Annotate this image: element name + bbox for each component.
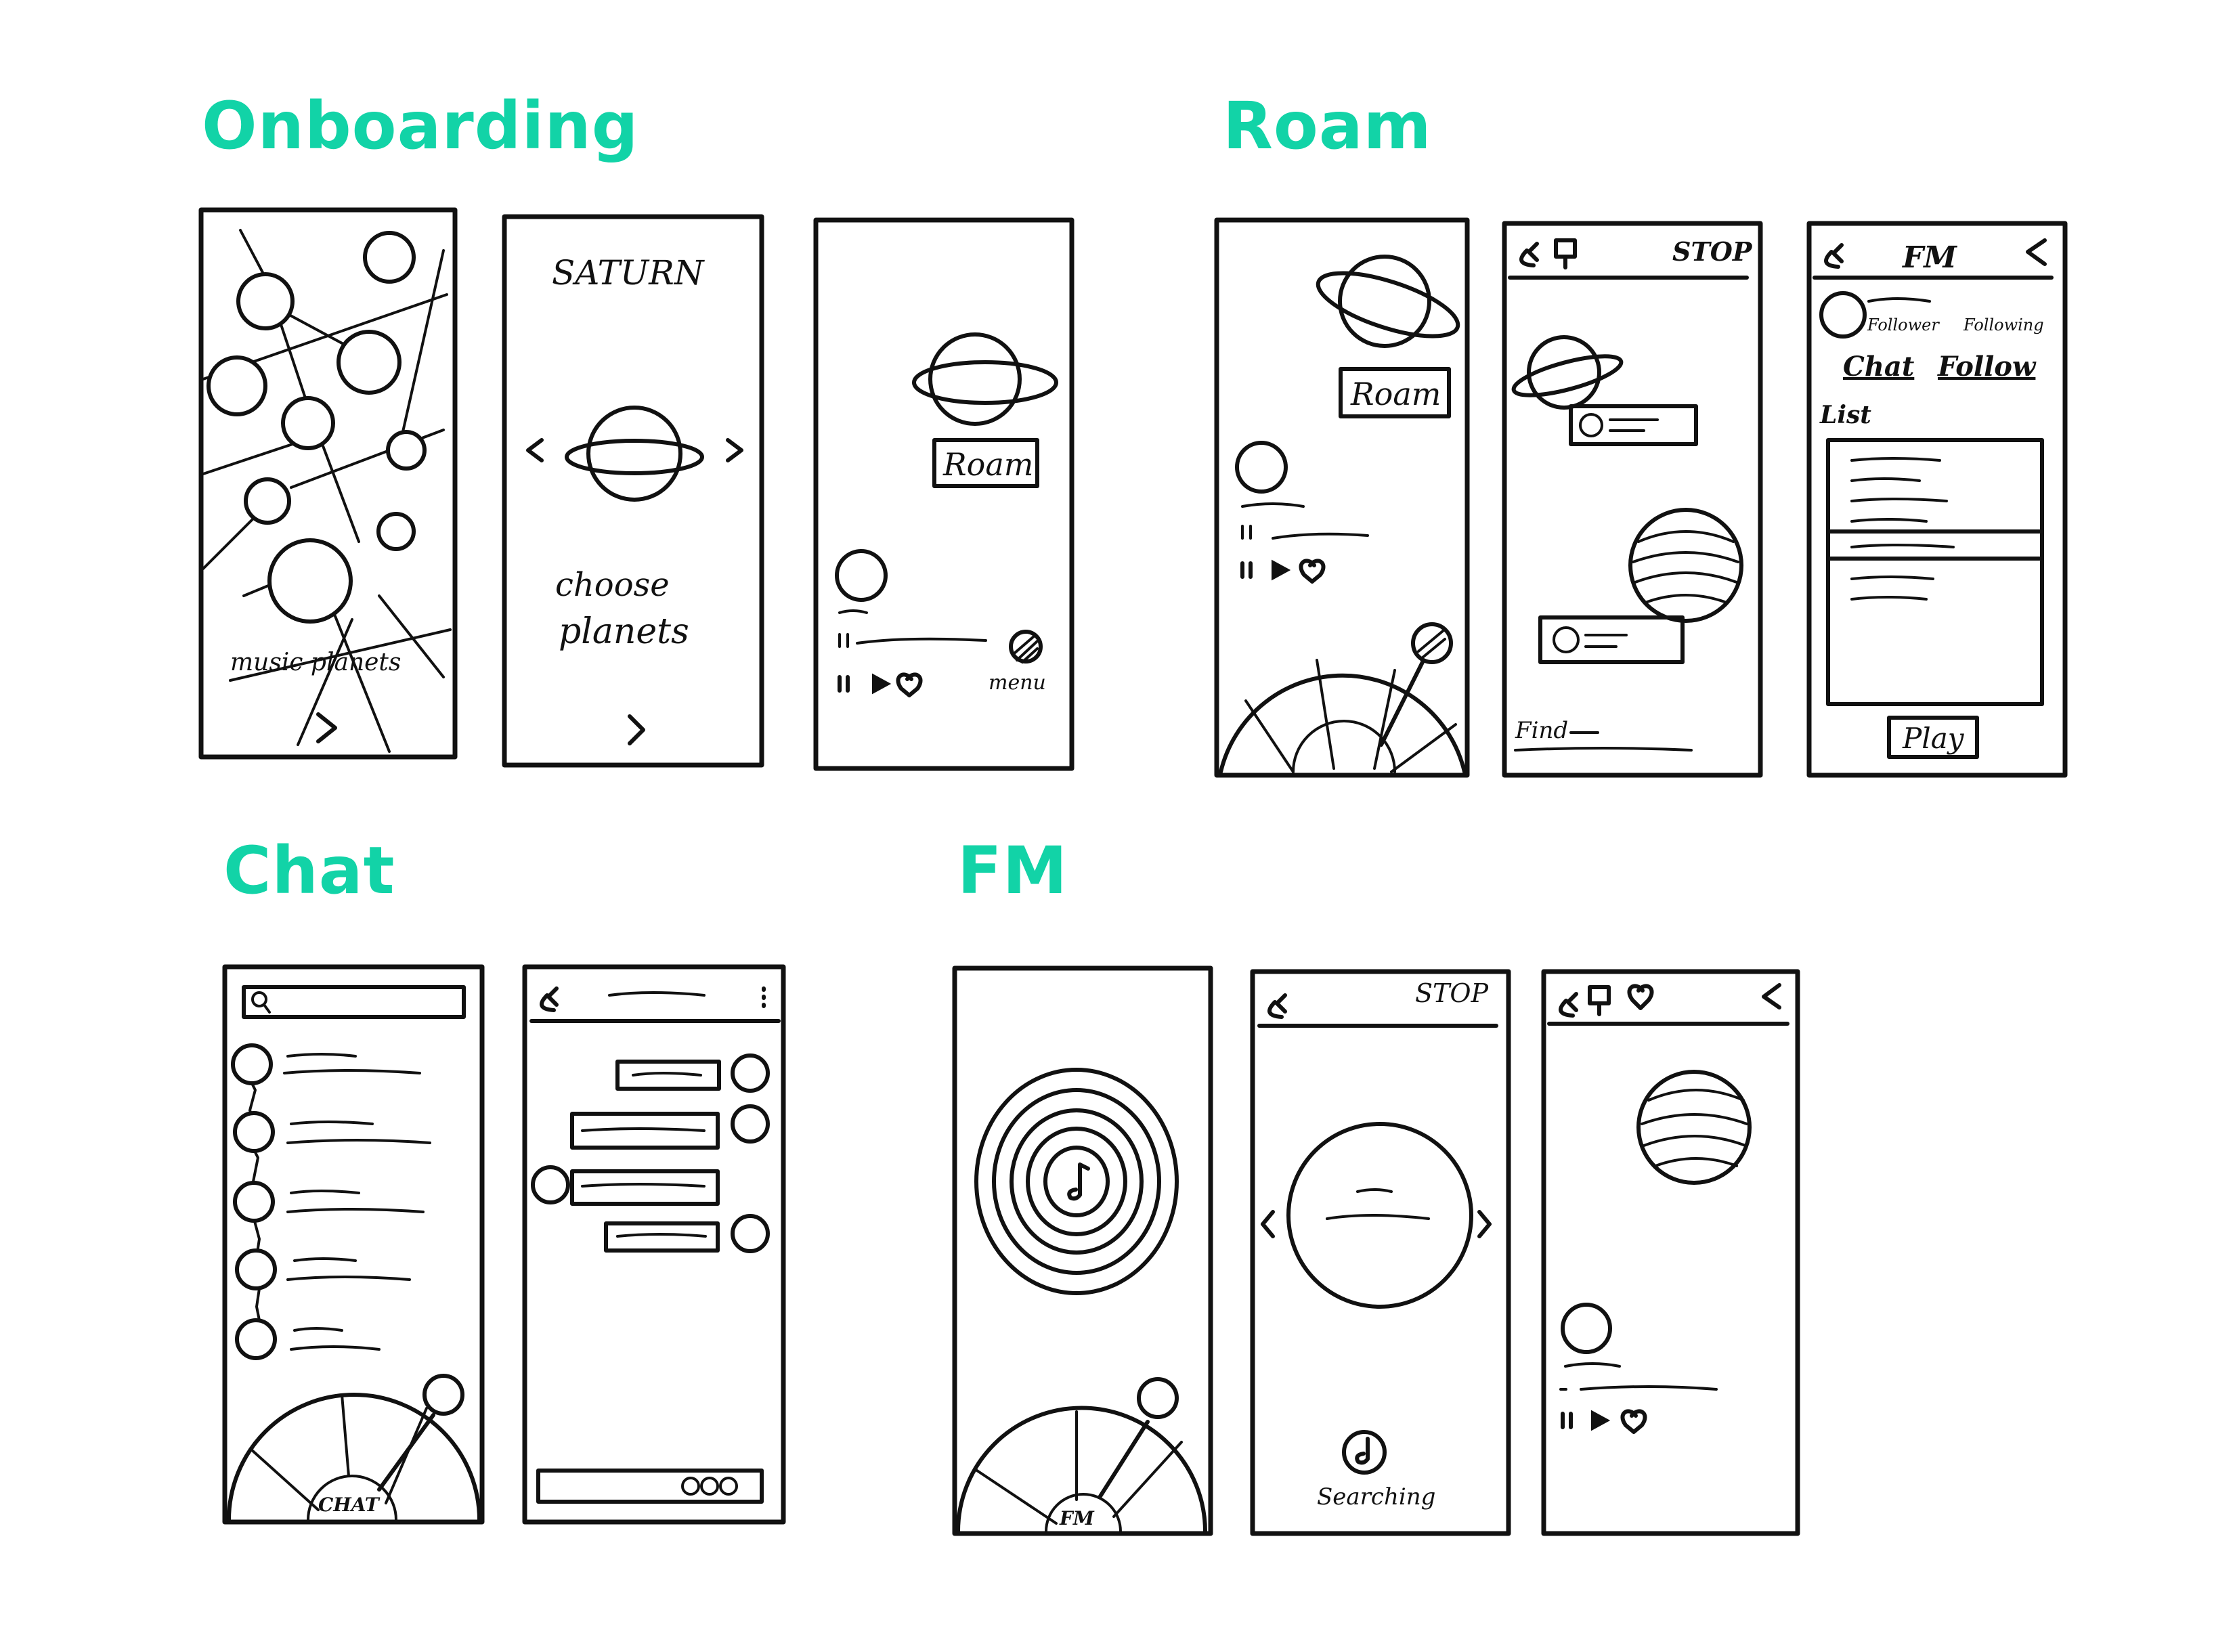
label-music-planets: music planets [230, 649, 401, 676]
roam-button-label: Roam [942, 446, 1033, 483]
roam-button-label: Roam [1350, 376, 1441, 412]
fm-screen-2: STOP Searching [1250, 969, 1511, 1536]
follower-label[interactable]: Follower [1867, 316, 1940, 334]
follow-button[interactable]: Follow [1937, 351, 2037, 383]
choose-caption-2: planets [559, 611, 689, 652]
list-label: List [1819, 401, 1871, 429]
fm-screen-3 [1541, 969, 1800, 1536]
wheel-label: FM [1059, 1507, 1095, 1529]
chat-screen-1: CHAT [222, 964, 485, 1525]
following-label[interactable]: Following [1963, 316, 2044, 334]
stop-button[interactable]: STOP [1415, 978, 1490, 1008]
onboarding-screen-1: music planets [198, 207, 458, 760]
searching-label: Searching [1317, 1483, 1435, 1510]
roam-screen-2: STOP Find [1502, 221, 1763, 778]
chat-button[interactable]: Chat [1843, 351, 1915, 383]
chat-screen-2 [522, 964, 786, 1525]
roam-screen-1: Roam [1214, 217, 1470, 778]
planet-name: SATURN [552, 253, 706, 292]
onboarding-screen-2: SATURN choose planets [502, 214, 764, 768]
choose-caption-1: choose [555, 566, 670, 604]
wheel-label: CHAT [318, 1494, 381, 1516]
menu-label: menu [989, 671, 1046, 695]
fm-title: FM [1901, 240, 1957, 275]
stop-button[interactable]: STOP [1672, 236, 1753, 267]
find-label: Find [1515, 717, 1568, 744]
play-button-label: Play [1902, 722, 1965, 755]
wireframe-board: music planets SATURN choose planets Roam [198, 207, 2068, 1536]
onboarding-screen-3: Roam menu [813, 217, 1075, 771]
roam-screen-3: FM Follower Following Chat Follow List P… [1806, 221, 2068, 778]
fm-screen-1: FM [952, 965, 1213, 1536]
